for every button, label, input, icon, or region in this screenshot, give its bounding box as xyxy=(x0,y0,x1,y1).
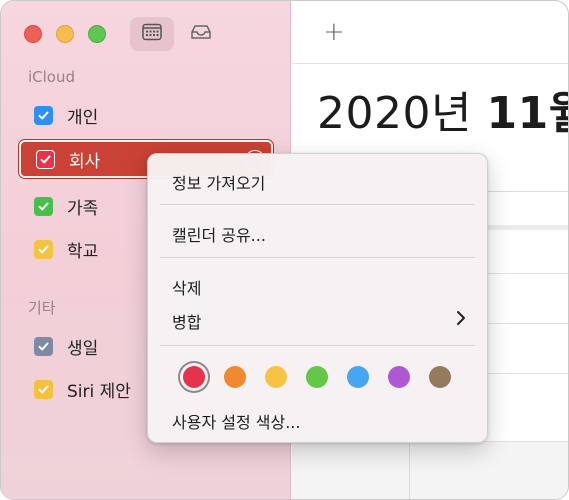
minimize-window-button[interactable] xyxy=(56,25,74,43)
checkbox-checked-icon[interactable] xyxy=(34,379,53,399)
checkbox-checked-icon[interactable] xyxy=(36,149,55,169)
inbox-tray-icon xyxy=(190,24,212,44)
page-title: 2020년 11월 xyxy=(317,77,568,141)
calendar-label: 개인 xyxy=(67,107,99,128)
calendar-window: iCloud 개인 회사 가족 학교 기타 생일 Siri 제안 + 2020년… xyxy=(0,0,569,500)
color-swatch-blue[interactable] xyxy=(347,366,369,388)
checkbox-checked-icon[interactable] xyxy=(34,239,53,259)
color-swatch-yellow[interactable] xyxy=(265,366,287,388)
checkbox-checked-icon[interactable] xyxy=(34,105,53,125)
menu-item-share-calendar[interactable]: 캘린더 공유... xyxy=(172,222,266,246)
menu-item-merge[interactable]: 병합 xyxy=(172,309,201,333)
close-window-button[interactable] xyxy=(24,25,42,43)
color-swatch-red[interactable] xyxy=(183,366,205,388)
color-swatch-orange[interactable] xyxy=(224,366,246,388)
color-swatch-purple[interactable] xyxy=(388,366,410,388)
menu-item-delete[interactable]: 삭제 xyxy=(172,275,201,299)
toolbar-divider xyxy=(292,63,568,64)
chevron-right-icon xyxy=(455,310,467,326)
title-month: 11월 xyxy=(486,88,568,139)
color-swatch-green[interactable] xyxy=(306,366,328,388)
zoom-window-button[interactable] xyxy=(88,25,106,43)
calendar-context-menu: 정보 가져오기 캘린더 공유... 삭제 병합 사용자 설정 색상... xyxy=(147,153,488,443)
section-header-other: 기타 xyxy=(28,299,56,317)
color-swatch-brown[interactable] xyxy=(429,366,451,388)
calendar-grid-column-divider xyxy=(409,441,410,499)
menu-separator xyxy=(160,257,475,258)
add-event-button[interactable]: + xyxy=(323,19,345,45)
checkbox-checked-icon[interactable] xyxy=(34,196,53,216)
calendar-grid-bottom xyxy=(292,441,568,499)
menu-separator xyxy=(160,345,475,346)
checkbox-checked-icon[interactable] xyxy=(34,336,53,356)
calendar-item-personal[interactable]: 개인 xyxy=(19,96,273,134)
section-header-icloud: iCloud xyxy=(28,68,76,86)
calendar-label: 가족 xyxy=(67,198,99,219)
menu-separator xyxy=(160,204,475,205)
calendar-label: 회사 xyxy=(69,151,101,172)
calendar-label: 학교 xyxy=(67,241,99,262)
inbox-button[interactable] xyxy=(179,17,223,51)
calendar-label: 생일 xyxy=(67,338,99,359)
calendar-grid-icon xyxy=(142,23,162,45)
calendar-list-button[interactable] xyxy=(130,17,174,51)
title-year: 2020년 xyxy=(317,88,472,139)
menu-item-custom-color[interactable]: 사용자 설정 색상... xyxy=(172,409,300,433)
calendar-label: Siri 제안 xyxy=(67,381,131,402)
menu-item-get-info[interactable]: 정보 가져오기 xyxy=(172,170,265,194)
